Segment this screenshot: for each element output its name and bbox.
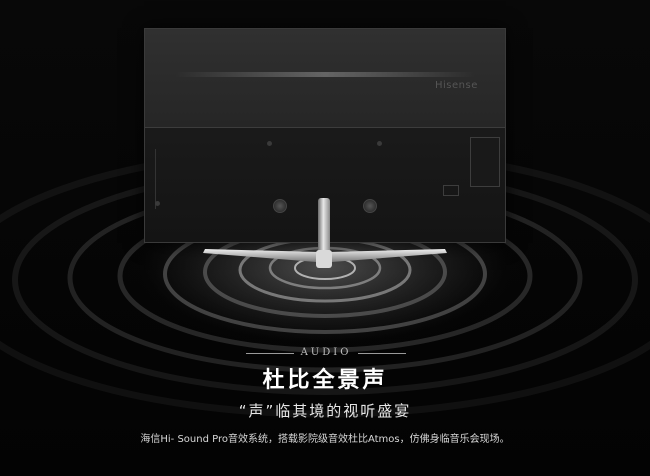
stand-arm-left xyxy=(203,249,318,262)
headline: 杜比全景声 xyxy=(262,368,388,393)
description-text: 海信Hi- Sound Pro音效系统，搭载影院级音效杜比Atmos，仿佛身临音… xyxy=(140,434,510,445)
audio-label: AUDIO xyxy=(300,347,352,358)
subheadline: “声”临其境的视听盛宴 xyxy=(238,402,412,420)
divider-line-right xyxy=(358,353,406,354)
promo-banner: Hisense AUDIO 杜比全景声 “声”临其境的视听盛宴 海信Hi- So… xyxy=(0,0,650,476)
stand-hub xyxy=(316,250,332,268)
divider-line-left xyxy=(246,353,294,354)
audio-section-divider: AUDIO xyxy=(246,345,406,361)
stand-arm-right xyxy=(330,249,447,262)
